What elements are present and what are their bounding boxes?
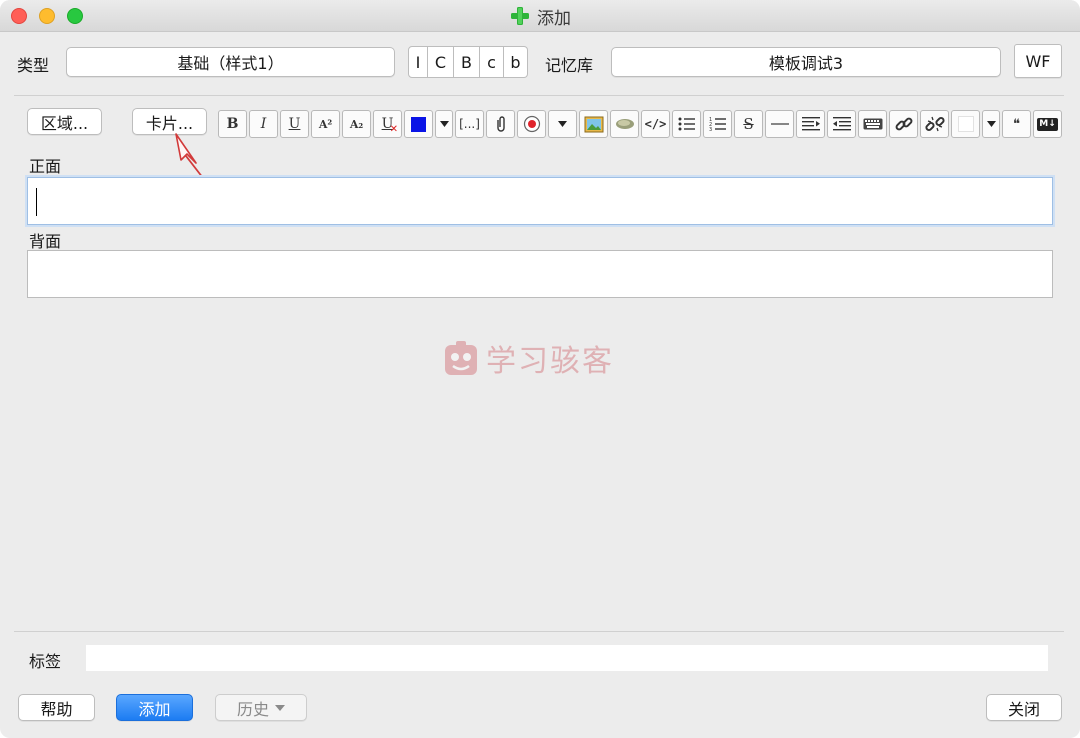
close-button[interactable]: 关闭 <box>986 694 1062 721</box>
text-color-icon[interactable] <box>404 110 433 138</box>
back-field-editor[interactable] <box>27 250 1053 298</box>
title-bar: 添加 <box>0 0 1080 32</box>
add-button[interactable]: 添加 <box>116 694 193 721</box>
history-button-label: 历史 <box>236 699 269 719</box>
italic-icon[interactable]: I <box>249 110 278 138</box>
code-icon[interactable]: </> <box>641 110 670 138</box>
segment-b-upper-button[interactable]: B <box>454 46 480 78</box>
watermark-text: 学习骇客 <box>486 344 614 379</box>
background-color-icon[interactable] <box>951 110 980 138</box>
record-icon[interactable] <box>517 110 546 138</box>
indent-icon[interactable] <box>796 110 825 138</box>
segment-i-button[interactable]: I <box>408 46 428 78</box>
top-divider <box>14 95 1064 96</box>
deck-label: 记忆库 <box>545 56 594 75</box>
horizontal-rule-icon[interactable] <box>765 110 794 138</box>
text-color-dropdown-icon[interactable] <box>435 110 453 138</box>
watermark-logo-icon <box>445 341 477 375</box>
segment-c-lower-button[interactable]: c <box>480 46 504 78</box>
unlink-icon[interactable] <box>920 110 949 138</box>
eraser-icon[interactable] <box>610 110 639 138</box>
keyboard-icon[interactable] <box>858 110 887 138</box>
segment-group: I C B c b <box>408 46 528 78</box>
svg-text:3: 3 <box>709 127 712 132</box>
segment-b-lower-button[interactable]: b <box>504 46 528 78</box>
editor-toolbar: B I U A² A₂ U ✕ [...] </> 1 2 3 S ❝ M↓ <box>218 110 1062 138</box>
markdown-icon[interactable]: M↓ <box>1033 110 1062 138</box>
help-button[interactable]: 帮助 <box>18 694 95 721</box>
type-label: 类型 <box>17 56 50 75</box>
record-dropdown-icon[interactable] <box>548 110 577 138</box>
bullet-list-icon[interactable] <box>672 110 701 138</box>
chevron-down-icon <box>275 704 285 711</box>
window-title: 添加 <box>537 8 571 29</box>
link-icon[interactable] <box>889 110 918 138</box>
attach-icon[interactable] <box>486 110 515 138</box>
add-plus-icon <box>511 7 529 25</box>
tags-input[interactable] <box>86 645 1048 671</box>
history-button[interactable]: 历史 <box>215 694 307 721</box>
back-field-label: 背面 <box>29 232 62 251</box>
fields-button[interactable]: 区域... <box>27 108 102 135</box>
clear-format-icon[interactable]: U ✕ <box>373 110 402 138</box>
superscript-icon[interactable]: A² <box>311 110 340 138</box>
cloze-icon[interactable]: [...] <box>455 110 484 138</box>
front-field-label: 正面 <box>29 157 62 176</box>
strikethrough-icon[interactable]: S <box>734 110 763 138</box>
image-icon[interactable] <box>579 110 608 138</box>
note-type-button[interactable]: 基础（样式1） <box>66 47 395 77</box>
underline-icon[interactable]: U <box>280 110 309 138</box>
numbered-list-icon[interactable]: 123 <box>703 110 732 138</box>
front-field-editor[interactable] <box>27 177 1053 225</box>
segment-c-upper-button[interactable]: C <box>428 46 454 78</box>
deck-button[interactable]: 模板调试3 <box>611 47 1001 77</box>
quote-icon[interactable]: ❝ <box>1002 110 1031 138</box>
wf-button[interactable]: WF <box>1014 44 1062 78</box>
watermark: 学习骇客 <box>442 336 614 380</box>
outdent-icon[interactable] <box>827 110 856 138</box>
background-color-dropdown-icon[interactable] <box>982 110 1000 138</box>
add-note-window: 添加 类型 基础（样式1） I C B c b 记忆库 模板调试3 WF 区域.… <box>0 0 1080 738</box>
tags-label: 标签 <box>29 652 62 671</box>
subscript-icon[interactable]: A₂ <box>342 110 371 138</box>
bottom-divider <box>14 631 1064 632</box>
text-caret <box>36 188 37 216</box>
